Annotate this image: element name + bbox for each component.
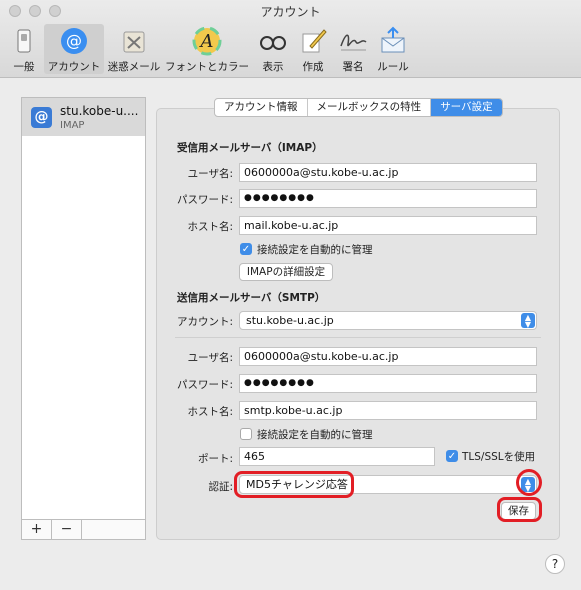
smtp-section-title: 送信用メールサーバ（SMTP） [177, 292, 326, 304]
toolbar-compose[interactable]: 作成 [294, 24, 332, 74]
smtp-host-label: ホスト名: [187, 406, 233, 418]
account-type: IMAP [60, 120, 85, 131]
toolbar-general[interactable]: 一般 [4, 24, 44, 74]
account-name: stu.kobe-u.... [60, 104, 139, 118]
toolbar-view-label: 表示 [262, 61, 284, 73]
imap-username-field[interactable]: 0600000a@stu.kobe-u.ac.jp [239, 163, 537, 182]
smtp-port-field[interactable]: 465 [239, 447, 435, 466]
account-list-item[interactable]: @ stu.kobe-u.... IMAP [22, 98, 145, 136]
font-color-icon: A [192, 26, 222, 56]
at-sign-icon: @ [61, 28, 87, 54]
imap-auto-manage-label: 接続設定を自動的に管理 [257, 244, 373, 256]
smtp-separator [175, 337, 541, 338]
smtp-user-label: ユーザ名: [187, 352, 233, 364]
smtp-port-label: ポート: [197, 453, 233, 465]
rules-envelope-icon [381, 26, 405, 53]
imap-advanced-button[interactable]: IMAPの詳細設定 [239, 263, 333, 281]
toolbar-junk-label: 迷惑メール [107, 61, 161, 73]
imap-host-label: ホスト名: [187, 221, 233, 233]
window-title: アカウント [260, 5, 321, 19]
smtp-account-label: アカウント: [176, 316, 233, 328]
smtp-account-value: stu.kobe-u.ac.jp [246, 314, 334, 327]
tab-account-info[interactable]: アカウント情報 [215, 99, 308, 116]
auth-popup-highlight [516, 469, 542, 496]
toolbar-fonts-label: フォントとカラー [165, 61, 249, 73]
auth-value-highlight [234, 471, 354, 498]
imap-password-label: パスワード: [176, 194, 233, 206]
smtp-auto-manage-label: 接続設定を自動的に管理 [257, 429, 373, 441]
help-button[interactable]: ? [545, 554, 565, 574]
window-titlebar: アカウント 一般 @ アカウント 迷惑メール A フォントとカラー 表示 作成 … [0, 0, 581, 78]
toolbar-fonts[interactable]: A フォントとカラー [164, 24, 250, 74]
svg-text:A: A [199, 31, 214, 52]
tls-ssl-label: TLS/SSLを使用 [462, 451, 536, 463]
tab-mailbox-behaviors[interactable]: メールボックスの特性 [308, 99, 432, 116]
general-switch-icon [17, 29, 31, 53]
smtp-host-field[interactable]: smtp.kobe-u.ac.jp [239, 401, 537, 420]
accounts-sidebar: @ stu.kobe-u.... IMAP + − [21, 97, 146, 540]
imap-section-title: 受信用メールサーバ（IMAP） [177, 142, 323, 154]
toolbar-signature[interactable]: 署名 [334, 24, 372, 74]
smtp-password-label: パスワード: [176, 379, 233, 391]
glasses-icon [260, 36, 286, 50]
smtp-username-field[interactable]: 0600000a@stu.kobe-u.ac.jp [239, 347, 537, 366]
tls-ssl-checkbox[interactable]: ✓ [446, 450, 458, 462]
toolbar-junk[interactable]: 迷惑メール [106, 24, 162, 74]
toolbar-rules-label: ルール [377, 61, 409, 73]
toolbar-rules[interactable]: ルール [374, 24, 412, 74]
add-account-button[interactable]: + [22, 520, 52, 539]
toolbar-compose-label: 作成 [302, 61, 324, 73]
toolbar-view[interactable]: 表示 [254, 24, 292, 74]
smtp-auto-manage-checkbox[interactable] [240, 428, 252, 440]
junk-trash-icon [123, 31, 145, 53]
toolbar-accounts[interactable]: @ アカウント [44, 24, 104, 74]
signature-icon [340, 34, 367, 51]
sidebar-footer: + − [22, 519, 145, 539]
imap-password-field[interactable]: ●●●●●●●● [239, 189, 537, 208]
toolbar-signature-label: 署名 [342, 61, 364, 73]
smtp-password-field[interactable]: ●●●●●●●● [239, 374, 537, 393]
smtp-auth-label: 認証: [208, 481, 233, 493]
imap-host-field[interactable]: mail.kobe-u.ac.jp [239, 216, 537, 235]
toolbar-accounts-label: アカウント [47, 61, 101, 73]
svg-text:@: @ [66, 31, 82, 50]
at-sign-icon: @ [31, 107, 52, 128]
chevron-updown-icon: ▲ ▼ [521, 313, 535, 329]
smtp-account-popup[interactable]: stu.kobe-u.ac.jp ▲ ▼ [239, 311, 537, 330]
save-button-highlight [497, 497, 542, 522]
remove-account-button[interactable]: − [52, 520, 82, 539]
pencil-icon [302, 29, 327, 53]
imap-user-label: ユーザ名: [187, 168, 233, 180]
settings-tabs: アカウント情報 メールボックスの特性 サーバ設定 [214, 98, 503, 117]
toolbar-general-label: 一般 [13, 61, 35, 73]
imap-auto-manage-checkbox[interactable]: ✓ [240, 243, 252, 255]
tab-server-settings[interactable]: サーバ設定 [431, 99, 502, 116]
